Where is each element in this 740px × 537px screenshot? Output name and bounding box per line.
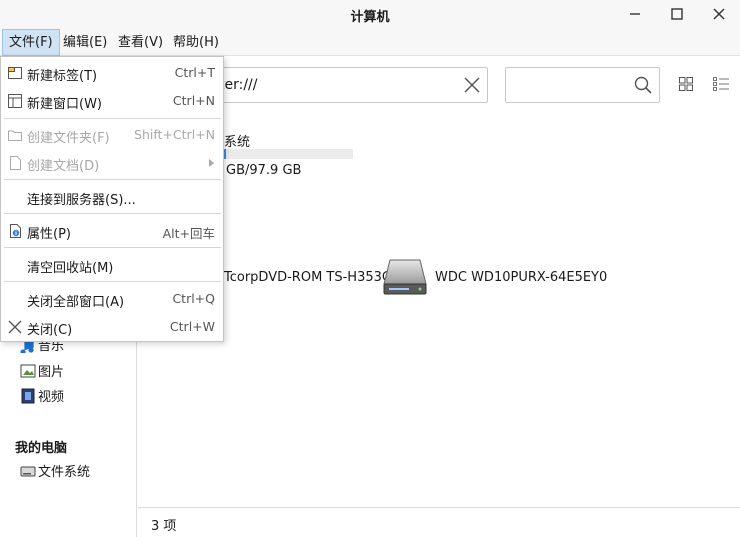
submenu-arrow-icon <box>209 159 214 167</box>
menu-item-shortcut: Ctrl+T <box>174 65 215 80</box>
clear-icon[interactable] <box>463 76 481 94</box>
menu-item-label: 关闭全部窗口(A) <box>27 295 125 310</box>
menu-item-new-document[interactable]: 创建文档(D) <box>1 149 223 177</box>
sidebar-item-label: 文件系统 <box>38 465 91 480</box>
properties-icon <box>10 224 21 238</box>
document-icon <box>10 156 21 170</box>
menu-help[interactable]: 帮助(H) <box>167 29 225 56</box>
menu-item-close[interactable]: 关闭(C) Ctrl+W <box>1 313 223 341</box>
list-view-icon[interactable] <box>713 77 729 91</box>
maximize-icon <box>671 8 683 20</box>
hard-disk-icon[interactable] <box>383 258 427 296</box>
disk-usage-bar <box>224 149 353 159</box>
folder-icon <box>8 130 22 141</box>
menu-item-new-window[interactable]: 新建窗口(W) Ctrl+N <box>1 87 223 115</box>
item-count: 3 项 <box>151 519 177 534</box>
search-icon[interactable] <box>634 76 652 94</box>
menu-item-shortcut: Alt+回车 <box>162 226 215 241</box>
maximize-button[interactable] <box>663 3 691 25</box>
menu-item-label: 创建文档(D) <box>27 159 100 174</box>
title-bar: 计算机 <box>0 0 740 29</box>
menu-item-empty-trash[interactable]: 清空回收站(M) <box>1 251 223 279</box>
search-input[interactable] <box>505 67 660 103</box>
sidebar-item-pictures[interactable]: 图片 <box>20 361 64 380</box>
icon-view-icon[interactable] <box>679 77 693 91</box>
close-button[interactable] <box>705 3 733 25</box>
sidebar-item-label: 视频 <box>38 390 65 405</box>
menu-item-new-folder[interactable]: 创建文件夹(F) Shift+Ctrl+N <box>1 121 223 149</box>
disk-usage-text: GB/97.9 GB <box>226 163 302 178</box>
menu-item-close-all[interactable]: 关闭全部窗口(A) Ctrl+Q <box>1 285 223 313</box>
menu-item-shortcut: Ctrl+N <box>172 93 215 108</box>
menu-item-label: 关闭(C) <box>27 323 73 338</box>
menu-item-properties[interactable]: 属性(P) Alt+回车 <box>1 217 223 245</box>
picture-icon <box>20 364 36 377</box>
menu-item-label: 新建窗口(W) <box>27 97 102 112</box>
menu-item-label: 创建文件夹(F) <box>27 131 110 146</box>
new-window-icon <box>8 94 22 108</box>
minimize-icon <box>630 13 640 15</box>
address-text: ter:/// <box>219 77 258 93</box>
close-icon <box>713 8 725 20</box>
menu-item-shortcut: Shift+Ctrl+N <box>134 127 215 142</box>
menu-view[interactable]: 查看(V) <box>112 29 169 56</box>
menu-separator <box>4 118 221 119</box>
filesystem-name[interactable]: 系统 <box>224 131 250 150</box>
status-bar: 3 项 <box>138 507 740 537</box>
menu-item-shortcut: Ctrl+Q <box>172 291 215 306</box>
menu-file[interactable]: 文件(F) <box>2 29 60 56</box>
menu-bar: 文件(F) 编辑(E) 查看(V) 帮助(H) <box>0 29 740 56</box>
menu-item-label: 新建标签(T) <box>27 69 98 84</box>
menu-item-new-tab[interactable]: 新建标签(T) Ctrl+T <box>1 59 223 87</box>
menu-separator <box>4 213 221 214</box>
disk-usage-fill <box>224 149 226 159</box>
dvd-drive-label[interactable]: TcorpDVD-ROM TS-H353C <box>224 270 391 285</box>
menu-separator <box>4 179 221 180</box>
menu-edit[interactable]: 编辑(E) <box>57 29 113 56</box>
menu-item-connect-server[interactable]: 连接到服务器(S)... <box>1 183 223 211</box>
menu-item-label: 清空回收站(M) <box>27 261 114 276</box>
sidebar-item-videos[interactable]: 视频 <box>20 386 64 405</box>
address-bar[interactable]: ter:/// <box>195 67 488 103</box>
minimize-button[interactable] <box>621 3 649 25</box>
sidebar-item-filesystem[interactable]: 文件系统 <box>20 461 90 480</box>
menu-separator <box>4 247 221 248</box>
menu-item-label: 属性(P) <box>27 227 71 242</box>
close-icon <box>8 320 22 334</box>
video-icon <box>21 388 35 403</box>
hard-drive-icon <box>20 466 36 476</box>
file-menu-popup: 新建标签(T) Ctrl+T 新建窗口(W) Ctrl+N 创建文件夹(F) S… <box>0 56 224 342</box>
disk-label[interactable]: WDC WD10PURX-64E5EY0 <box>435 270 607 285</box>
menu-item-label: 连接到服务器(S)... <box>27 193 136 208</box>
sidebar-section-title: 我的电脑 <box>15 441 68 456</box>
new-tab-icon <box>8 67 22 79</box>
sidebar-item-label: 图片 <box>38 365 65 380</box>
menu-separator <box>4 281 221 282</box>
menu-item-shortcut: Ctrl+W <box>169 319 215 334</box>
